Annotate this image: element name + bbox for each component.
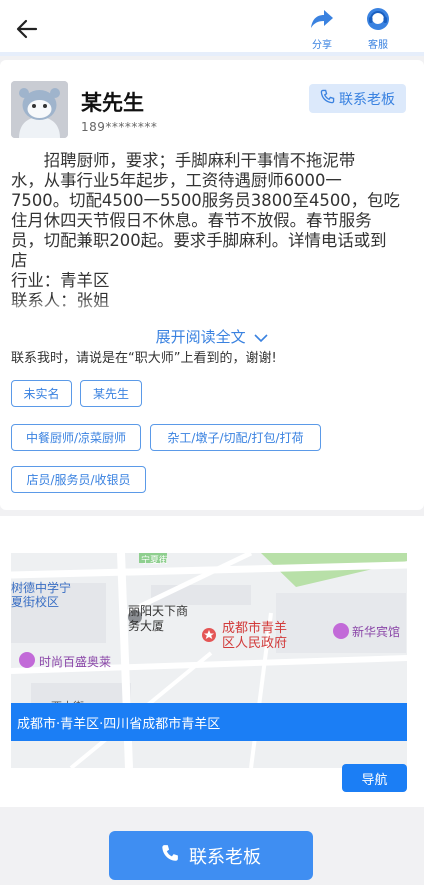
phone-filled-icon	[161, 844, 179, 867]
description-line: 水，从事行业5年起步，工资待遇厨师6000一	[11, 171, 342, 190]
description-line: 招聘厨师，要求；手脚麻利干事情不拖泥带	[43, 151, 356, 170]
tag-poster-name[interactable]: 某先生	[80, 380, 142, 407]
contact-boss-label: 联系老板	[339, 91, 395, 108]
location-card: 树德中学宁夏街校区 丽阳天下商务大厦 成都市青羊区人民政府 新华宾馆 时尚百盛奥…	[0, 516, 424, 807]
poster-phone: 189********	[81, 120, 158, 134]
description-line: 店	[11, 251, 28, 270]
description-line: 行业：青羊区	[11, 271, 110, 290]
poster-name: 某先生	[81, 91, 144, 115]
bottom-contact-boss-label: 联系老板	[189, 846, 261, 868]
map-label-school: 树德中学宁夏街校区	[11, 581, 72, 609]
customer-service-button[interactable]: 客服	[358, 6, 398, 51]
description-line: 员，切配兼职200起。要求手脚麻利。详情电话或到	[11, 231, 387, 250]
job-detail-card: 某先生 189******** 联系老板 招聘厨师，要求；手脚麻利干事情不拖泥带…	[0, 60, 424, 510]
navigate-button[interactable]: 导航	[342, 764, 407, 792]
tag-chef[interactable]: 中餐厨师/凉菜厨师	[11, 424, 141, 451]
description-fade	[0, 298, 424, 318]
back-arrow-icon[interactable]	[14, 16, 40, 42]
contact-note: 联系我时，请说是在“职大师”上看到的，谢谢!	[11, 351, 277, 366]
map-label-shop: 时尚百盛奥莱	[39, 655, 112, 669]
share-icon	[302, 6, 342, 32]
map-label-building: 丽阳天下商务大厦	[128, 604, 189, 633]
tag-waiter[interactable]: 店员/服务员/收银员	[11, 466, 146, 493]
description-line: 7500。切配4500一5500服务员3800至4500，包吃	[11, 191, 400, 210]
description-line: 住月休四天节假日不休息。春节不放假。春节服务	[11, 211, 372, 230]
share-label: 分享	[312, 40, 332, 51]
headset-icon	[358, 6, 398, 32]
tag-unverified[interactable]: 未实名	[11, 380, 72, 407]
top-bar: 分享 客服	[0, 0, 424, 56]
map-label-hotel: 新华宾馆	[352, 625, 401, 639]
map-label-road: 宁夏街	[141, 556, 169, 566]
avatar	[11, 81, 68, 138]
expand-full-text-link[interactable]: 展开阅读全文	[0, 326, 424, 347]
map-address-bar: 成都市·青羊区·四川省成都市青羊区	[11, 703, 407, 741]
chevron-down-icon	[254, 329, 268, 347]
bottom-contact-boss-button[interactable]: 联系老板	[109, 831, 313, 880]
tag-kitchen-helper[interactable]: 杂工/墩子/切配/打包/打荷	[150, 424, 321, 451]
phone-icon	[320, 89, 335, 108]
map-label-government: 成都市青羊区人民政府	[222, 621, 288, 651]
customer-service-label: 客服	[368, 40, 388, 51]
contact-boss-button[interactable]: 联系老板	[309, 84, 406, 113]
job-description: 招聘厨师，要求；手脚麻利干事情不拖泥带 水，从事行业5年起步，工资待遇厨师600…	[11, 151, 411, 313]
expand-label: 展开阅读全文	[155, 328, 246, 346]
share-button[interactable]: 分享	[302, 6, 342, 51]
